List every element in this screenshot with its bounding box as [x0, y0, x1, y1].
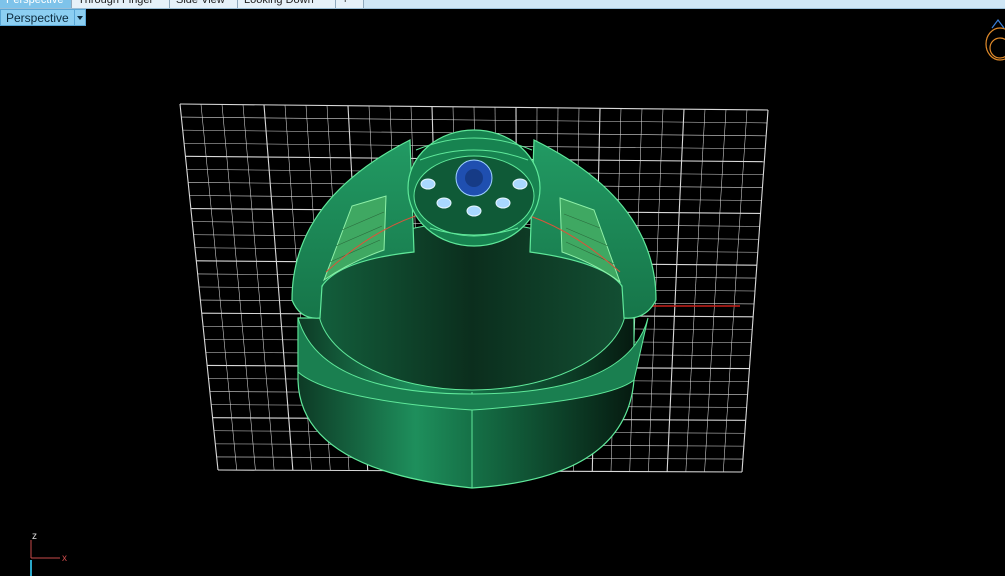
accent-stone-5[interactable] — [466, 205, 482, 217]
accent-stone-1[interactable] — [420, 178, 436, 190]
axis-triad: z x — [30, 531, 67, 576]
ring-model[interactable] — [291, 129, 657, 489]
viewport-canvas[interactable]: z x — [0, 0, 1005, 576]
accent-stone-3[interactable] — [436, 197, 452, 209]
ring-preview-icon[interactable] — [985, 19, 1005, 61]
axis-z-label: z — [32, 531, 37, 542]
accent-stone-4[interactable] — [495, 197, 511, 209]
accent-stone-2[interactable] — [512, 178, 528, 190]
axis-x-label: x — [62, 553, 67, 564]
